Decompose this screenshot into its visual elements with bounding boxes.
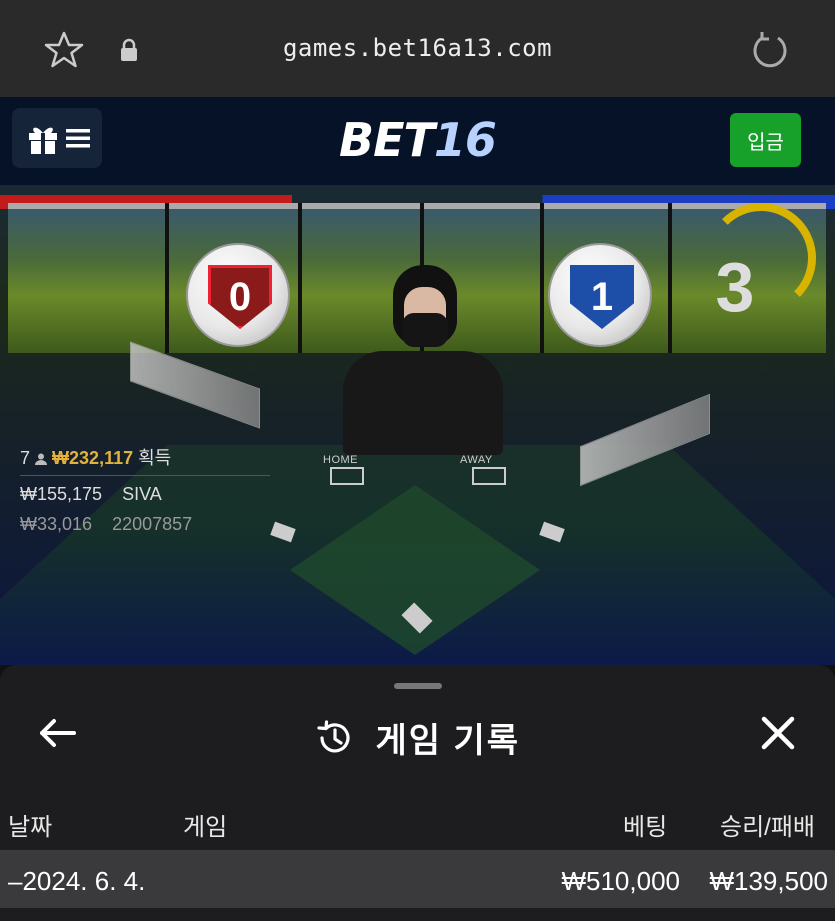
site-header: BET16 입금 <box>0 97 835 185</box>
logo-text-bet: BET <box>339 113 435 167</box>
winners-amount: ₩232,117 <box>52 448 134 468</box>
bet-player: 22007857 <box>112 514 193 534</box>
screen-divider <box>668 203 672 353</box>
away-score-ball: 1 <box>548 243 652 347</box>
bet-amount: ₩155,175 <box>20 484 103 504</box>
game-history-sheet: 게임 기록 날짜 게임 베팅 승리/패배 –2024. 6. 4. ₩510,0… <box>0 665 835 921</box>
sheet-title: 게임 기록 <box>375 722 521 760</box>
away-score: 1 <box>570 265 634 329</box>
logo-text-16: 16 <box>433 113 497 167</box>
bet-amount: ₩33,016 <box>20 514 93 534</box>
home-box-label: HOME <box>323 454 358 466</box>
row-date: –2024. 6. 4. <box>8 866 146 896</box>
screen-divider <box>540 203 544 353</box>
dealer <box>338 265 508 455</box>
winners-count: 7 <box>20 448 31 468</box>
screen-divider <box>165 203 169 353</box>
close-icon[interactable] <box>758 713 798 753</box>
column-header-win-loss[interactable]: 승리/패배 <box>720 807 815 842</box>
winners-summary: 7 ₩232,117 획득 <box>20 444 171 470</box>
winners-suffix: 획득 <box>138 448 172 468</box>
away-box <box>472 467 506 485</box>
site-logo[interactable]: BET16 <box>0 113 835 167</box>
card-shoe <box>130 341 260 429</box>
column-header-bet[interactable]: 베팅 <box>623 807 667 842</box>
live-video[interactable]: 0 1 3 HOME AWAY 7 ₩232,117 획득 ₩155,175 S… <box>0 185 835 665</box>
column-header-date[interactable]: 날짜 <box>8 807 52 842</box>
bet-row: ₩33,016 22007857 <box>20 514 192 535</box>
deposit-button[interactable]: 입금 <box>730 113 801 167</box>
reload-icon[interactable] <box>750 30 790 70</box>
history-icon <box>317 719 350 752</box>
sheet-header: 게임 기록 <box>0 713 835 762</box>
away-box-label: AWAY <box>460 454 493 466</box>
bet-row: ₩155,175 SIVA <box>20 484 162 505</box>
url-text[interactable]: games.bet16a13.com <box>0 34 835 62</box>
divider <box>20 475 270 476</box>
row-bet: ₩510,000 <box>561 866 680 896</box>
home-box <box>330 467 364 485</box>
user-icon <box>35 453 48 466</box>
table-row[interactable]: –2024. 6. 4. ₩510,000 ₩139,500 <box>0 850 835 908</box>
screen-divider <box>298 203 302 353</box>
sheet-drag-handle[interactable] <box>394 683 442 689</box>
browser-bar: games.bet16a13.com <box>0 0 835 97</box>
row-win-loss: ₩139,500 <box>709 866 828 896</box>
column-header-game[interactable]: 게임 <box>183 807 227 842</box>
countdown-number: 3 <box>715 248 755 326</box>
home-score: 0 <box>208 265 272 329</box>
home-score-ball: 0 <box>186 243 290 347</box>
bet-player: SIVA <box>122 484 162 504</box>
